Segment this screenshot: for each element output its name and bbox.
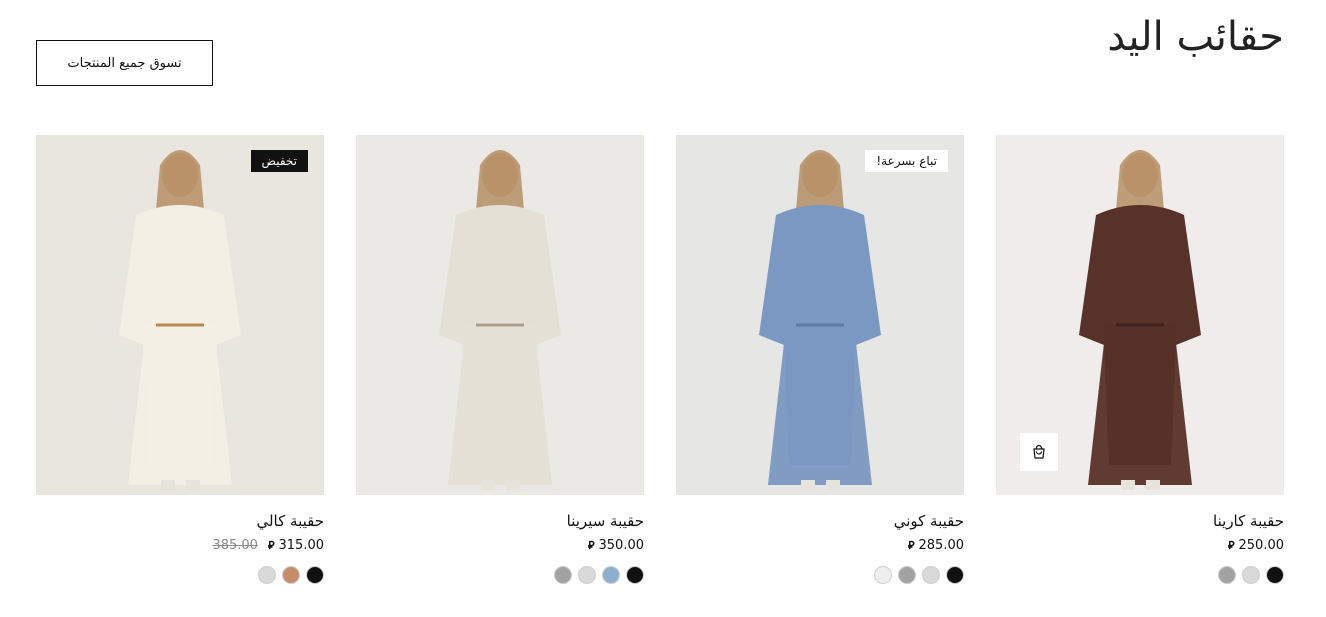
sale-badge: تخفيض — [250, 150, 308, 172]
color-swatch[interactable] — [922, 566, 940, 584]
shop-all-button[interactable]: تسوق جميع المنتجات — [36, 40, 213, 86]
product-image[interactable]: تخفيض — [36, 135, 324, 495]
price-amount: 285.00 — [918, 538, 965, 553]
product-grid: حقيبة كارينا ⃁ 250.00 تباع بسرعة — [36, 135, 1284, 595]
color-swatch[interactable] — [626, 566, 644, 584]
price-amount: 350.00 — [598, 538, 645, 553]
product-name[interactable]: حقيبة كوني — [676, 512, 964, 530]
color-swatch[interactable] — [1242, 566, 1260, 584]
color-swatch[interactable] — [898, 566, 916, 584]
color-swatch[interactable] — [282, 566, 300, 584]
color-swatches — [996, 566, 1284, 584]
product-price: ⃁ 315.00 — [268, 538, 324, 553]
price-row: ⃁ 350.00 — [356, 538, 644, 553]
section-title: حقائب اليد — [1107, 14, 1284, 60]
riyal-icon: ⃁ — [587, 538, 595, 552]
product-photo — [36, 135, 324, 495]
color-swatches — [356, 566, 644, 584]
product-info: حقيبة كالي ⃁ 315.00 385.00 — [36, 512, 324, 584]
product-price: ⃁ 250.00 — [1228, 538, 1284, 553]
product-info: حقيبة كوني ⃁ 285.00 — [676, 512, 964, 584]
product-info: حقيبة سيرينا ⃁ 350.00 — [356, 512, 644, 584]
riyal-icon: ⃁ — [907, 538, 915, 552]
shopping-bag-icon — [1033, 444, 1045, 459]
color-swatch[interactable] — [1266, 566, 1284, 584]
product-price: ⃁ 285.00 — [908, 538, 964, 553]
product-image[interactable] — [996, 135, 1284, 495]
product-card: تباع بسرعة! حقيبة كوني ⃁ 285.00 — [676, 135, 964, 595]
price-row: ⃁ 250.00 — [996, 538, 1284, 553]
product-photo — [676, 135, 964, 495]
color-swatch[interactable] — [1218, 566, 1236, 584]
price-row: ⃁ 315.00 385.00 — [36, 538, 324, 553]
color-swatch[interactable] — [602, 566, 620, 584]
product-card: حقيبة سيرينا ⃁ 350.00 — [356, 135, 644, 595]
color-swatches — [676, 566, 964, 584]
color-swatch[interactable] — [874, 566, 892, 584]
product-info: حقيبة كارينا ⃁ 250.00 — [996, 512, 1284, 584]
product-name[interactable]: حقيبة سيرينا — [356, 512, 644, 530]
product-card: حقيبة كارينا ⃁ 250.00 — [996, 135, 1284, 595]
price-amount: 250.00 — [1238, 538, 1285, 553]
selling-fast-badge: تباع بسرعة! — [865, 150, 948, 172]
add-to-cart-button[interactable] — [1020, 433, 1058, 471]
product-image[interactable] — [356, 135, 644, 495]
color-swatch[interactable] — [554, 566, 572, 584]
color-swatch[interactable] — [306, 566, 324, 584]
color-swatches — [36, 566, 324, 584]
riyal-icon: ⃁ — [267, 538, 275, 552]
product-name[interactable]: حقيبة كارينا — [996, 512, 1284, 530]
product-image[interactable]: تباع بسرعة! — [676, 135, 964, 495]
color-swatch[interactable] — [258, 566, 276, 584]
product-photo — [356, 135, 644, 495]
riyal-icon: ⃁ — [1227, 538, 1235, 552]
product-price: ⃁ 350.00 — [588, 538, 644, 553]
color-swatch[interactable] — [578, 566, 596, 584]
color-swatch[interactable] — [946, 566, 964, 584]
product-name[interactable]: حقيبة كالي — [36, 512, 324, 530]
old-price: 385.00 — [212, 538, 258, 553]
price-row: ⃁ 285.00 — [676, 538, 964, 553]
product-card: تخفيض حقيبة كالي ⃁ 315.00 385.00 — [36, 135, 324, 595]
price-amount: 315.00 — [278, 538, 325, 553]
